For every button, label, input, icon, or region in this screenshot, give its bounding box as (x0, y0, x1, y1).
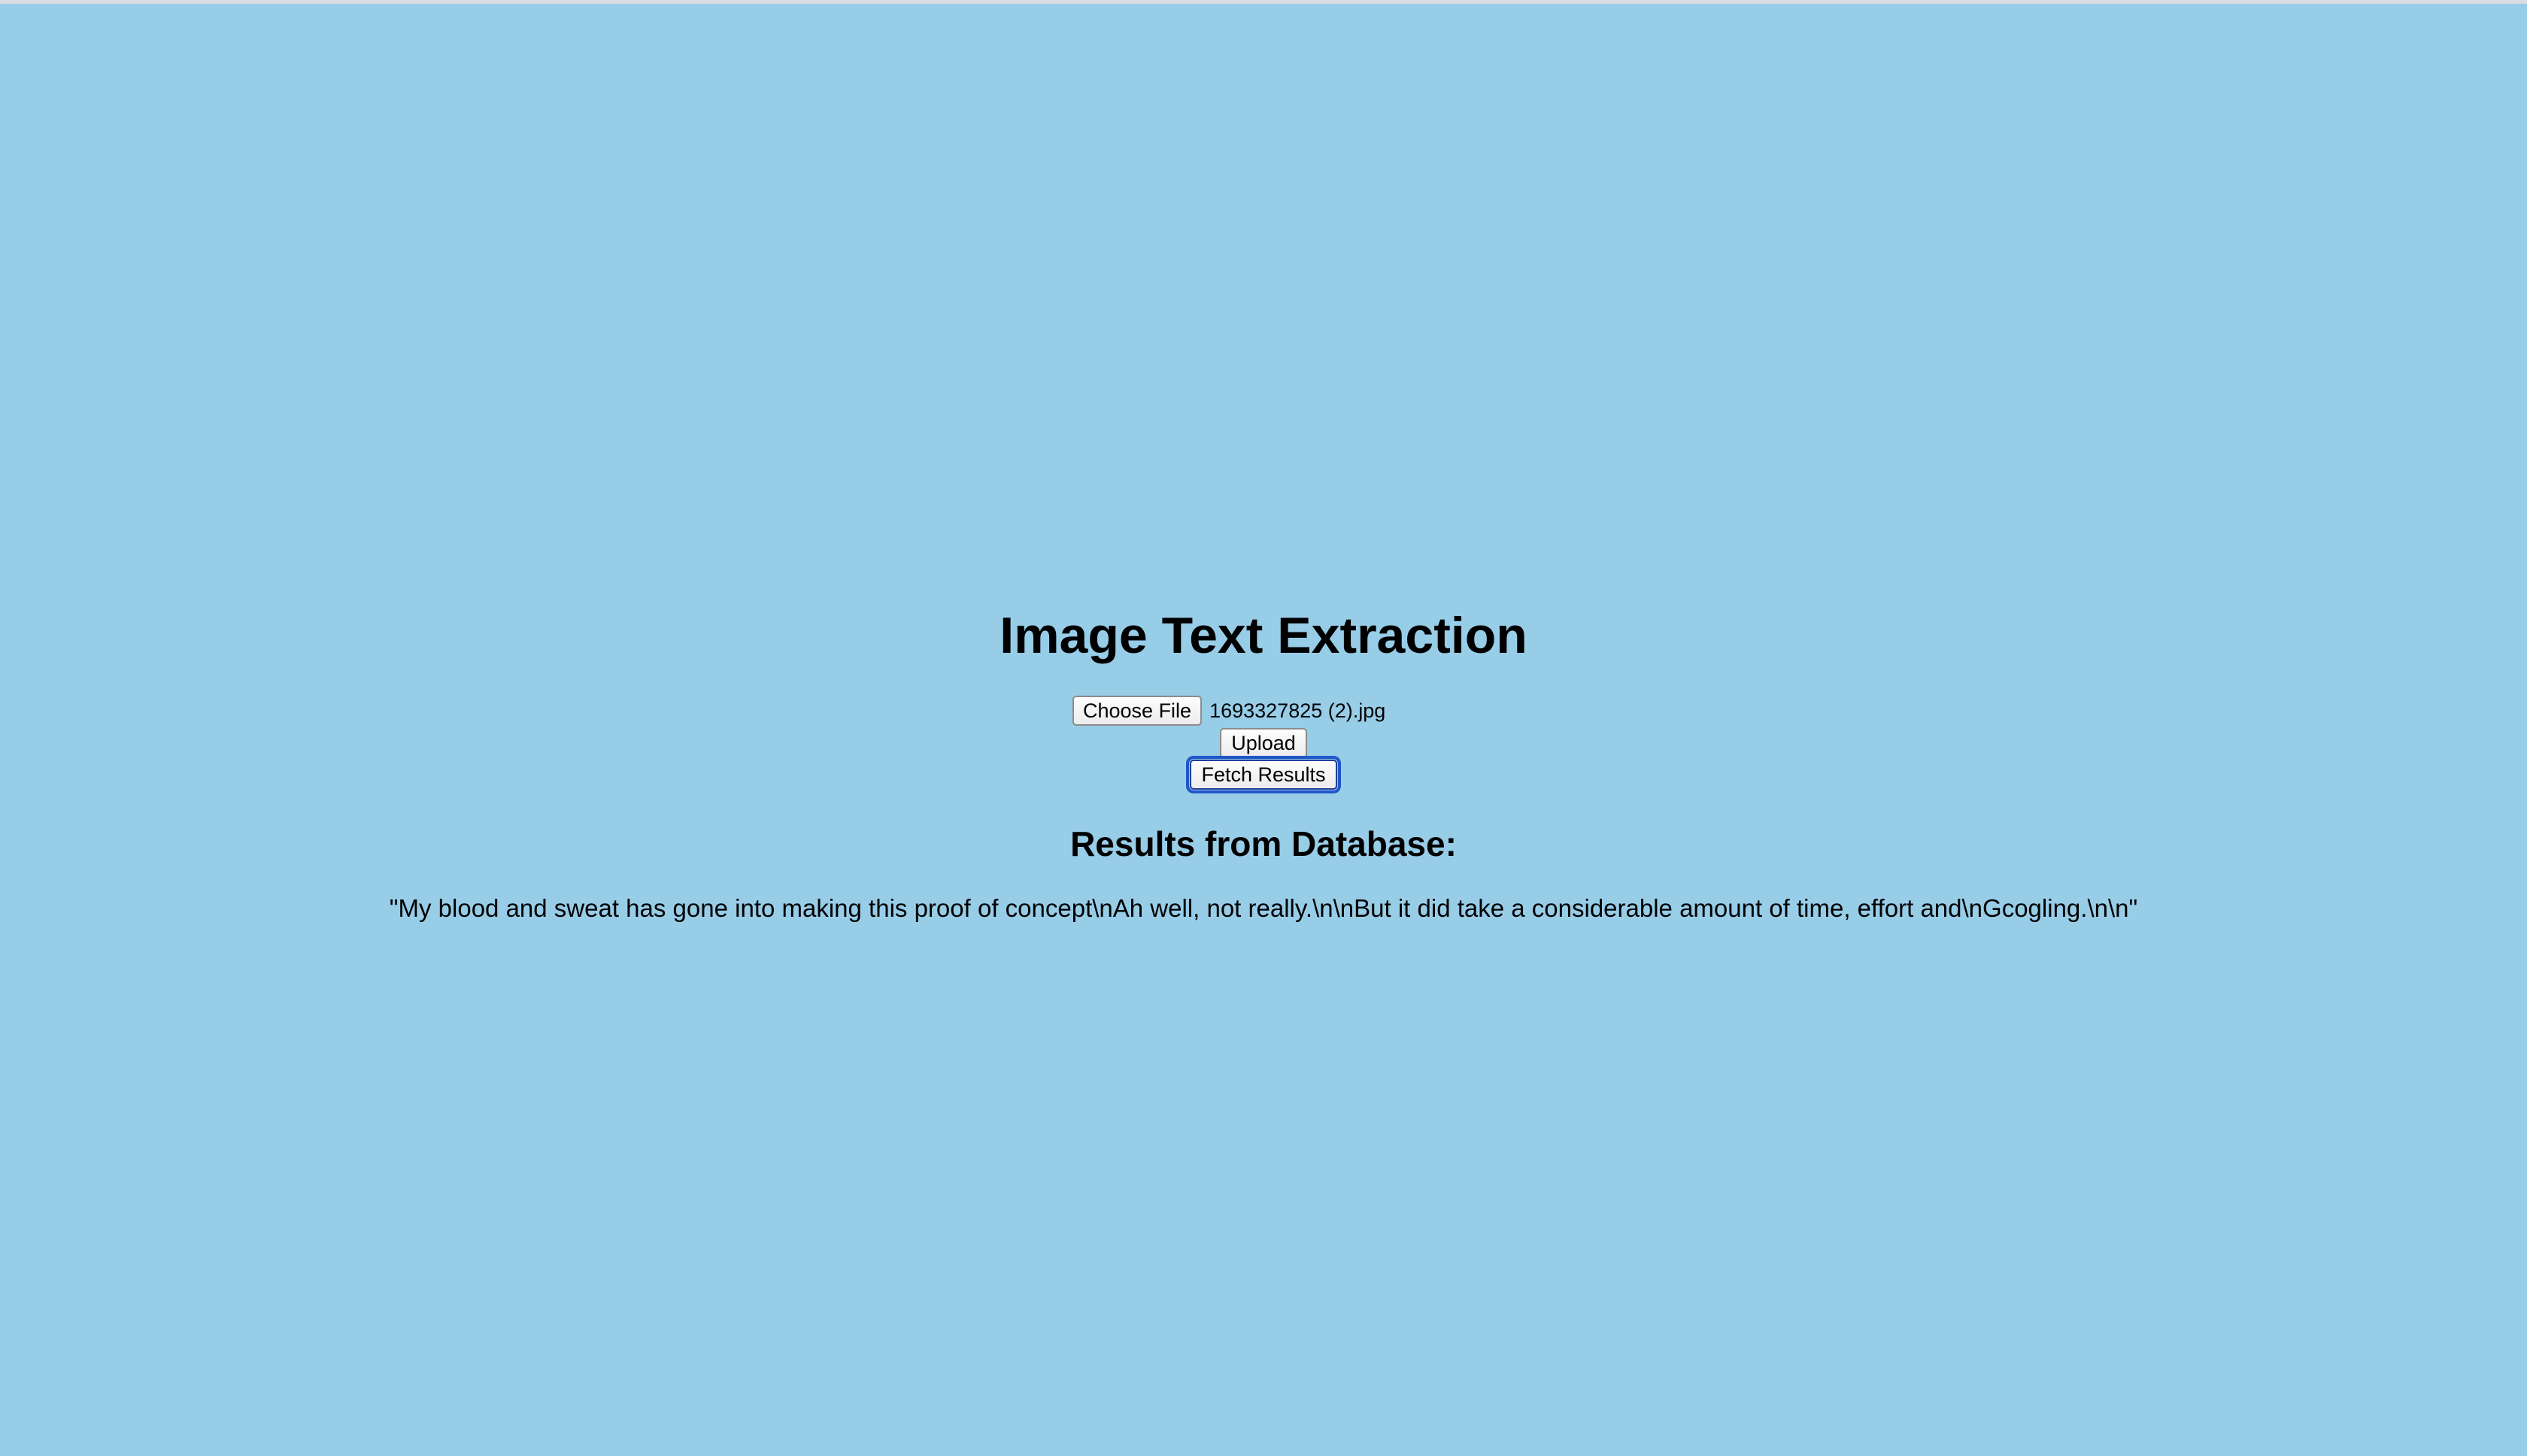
page-title: Image Text Extraction (1000, 607, 1527, 664)
selected-file-name: 1693327825 (2).jpg (1209, 699, 1386, 722)
page-container: Image Text Extraction Choose File 169332… (0, 0, 2527, 1456)
results-heading: Results from Database: (1070, 824, 1457, 863)
fetch-results-button[interactable]: Fetch Results (1186, 756, 1341, 793)
choose-file-button[interactable]: Choose File (1072, 696, 1203, 726)
results-text: "My blood and sweat has gone into making… (389, 894, 2138, 922)
upload-button[interactable]: Upload (1220, 728, 1307, 758)
file-input[interactable]: Choose File 1693327825 (2).jpg (1072, 694, 1385, 727)
